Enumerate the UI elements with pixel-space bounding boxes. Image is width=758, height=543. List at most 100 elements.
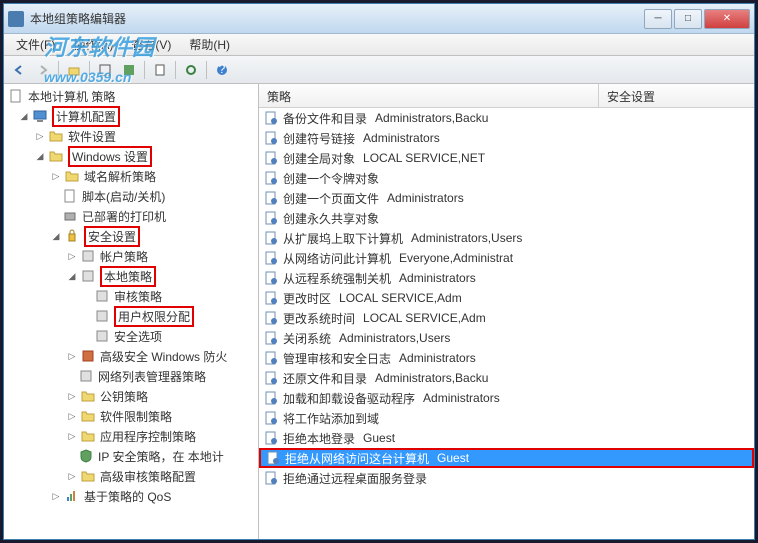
security-setting: Administrators,Backu: [367, 111, 754, 125]
list-row[interactable]: 更改时区 LOCAL SERVICE,Adm: [259, 288, 754, 308]
list-row[interactable]: 关闭系统 Administrators,Users: [259, 328, 754, 348]
policy-item-icon: [263, 170, 279, 186]
tree-label: IP 安全策略，在 本地计: [98, 448, 224, 465]
toolbar: ?: [4, 56, 754, 84]
list-row[interactable]: 更改系统时间 LOCAL SERVICE,Adm: [259, 308, 754, 328]
expand-icon[interactable]: ▷: [66, 250, 78, 262]
tree-panel[interactable]: 本地计算机 策略 ◢ 计算机配置 ▷ 软件设置 ◢ Windows 设置 ▷ 域…: [4, 84, 259, 539]
filter-button[interactable]: [118, 59, 140, 81]
security-setting: LOCAL SERVICE,Adm: [331, 291, 754, 305]
collapse-icon[interactable]: ◢: [34, 150, 46, 162]
tree-advanced-audit[interactable]: ▷ 高级审核策略配置: [4, 466, 258, 486]
policy-name: 创建永久共享对象: [283, 210, 379, 227]
policy-name: 还原文件和目录: [283, 370, 367, 387]
column-security[interactable]: 安全设置: [599, 84, 754, 107]
tree-scripts[interactable]: 脚本(启动/关机): [4, 186, 258, 206]
menu-view[interactable]: 查看(V): [123, 34, 179, 55]
expand-icon[interactable]: ▷: [34, 130, 46, 142]
list-row[interactable]: 拒绝从网络访问这台计算机 Guest: [259, 448, 754, 468]
expand-icon[interactable]: ▷: [66, 430, 78, 442]
list-row[interactable]: 加载和卸载设备驱动程序 Administrators: [259, 388, 754, 408]
minimize-button[interactable]: ─: [644, 9, 672, 29]
expand-icon[interactable]: ▷: [50, 170, 62, 182]
policy-item-icon: [263, 410, 279, 426]
security-setting: Administrators,Users: [403, 231, 754, 245]
list-row[interactable]: 还原文件和目录 Administrators,Backu: [259, 368, 754, 388]
list-row[interactable]: 管理审核和安全日志 Administrators: [259, 348, 754, 368]
menu-help[interactable]: 帮助(H): [181, 34, 238, 55]
export-button[interactable]: [149, 59, 171, 81]
tree-public-key[interactable]: ▷ 公钥策略: [4, 386, 258, 406]
maximize-button[interactable]: □: [674, 9, 702, 29]
close-button[interactable]: ✕: [704, 9, 750, 29]
collapse-icon[interactable]: ◢: [50, 230, 62, 242]
help-button[interactable]: ?: [211, 59, 233, 81]
tree-windows-settings[interactable]: ◢ Windows 设置: [4, 146, 258, 166]
refresh-button[interactable]: [180, 59, 202, 81]
policy-icon: [94, 308, 110, 324]
policy-name: 拒绝通过远程桌面服务登录: [283, 470, 427, 487]
printer-icon: [62, 208, 78, 224]
gpedit-window: 河东软件园www.0359.cn 本地组策略编辑器 ─ □ ✕ 文件(F) 操作…: [3, 3, 755, 540]
tree-dns-policy[interactable]: ▷ 域名解析策略: [4, 166, 258, 186]
tree-network-list[interactable]: 网络列表管理器策略: [4, 366, 258, 386]
collapse-icon[interactable]: ◢: [66, 270, 78, 282]
security-setting: Administrators: [391, 271, 754, 285]
collapse-icon[interactable]: ◢: [18, 110, 30, 122]
tree-account-policy[interactable]: ▷ 帐户策略: [4, 246, 258, 266]
list-row[interactable]: 创建全局对象 LOCAL SERVICE,NET: [259, 148, 754, 168]
menu-action[interactable]: 操作(A): [65, 34, 121, 55]
toolbar-separator: [144, 61, 145, 79]
up-button[interactable]: [63, 59, 85, 81]
policy-item-icon: [265, 450, 281, 466]
list-row[interactable]: 备份文件和目录 Administrators,Backu: [259, 108, 754, 128]
toolbar-separator: [206, 61, 207, 79]
tree-ip-security[interactable]: IP 安全策略，在 本地计: [4, 446, 258, 466]
list-row[interactable]: 创建一个页面文件 Administrators: [259, 188, 754, 208]
policy-icon: [80, 248, 96, 264]
tree-label: 高级安全 Windows 防火: [100, 348, 227, 365]
forward-button[interactable]: [32, 59, 54, 81]
tree-computer-config[interactable]: ◢ 计算机配置: [4, 106, 258, 126]
list-row[interactable]: 从远程系统强制关机 Administrators: [259, 268, 754, 288]
policy-name: 从网络访问此计算机: [283, 250, 391, 267]
computer-icon: [32, 108, 48, 124]
folder-icon: [64, 168, 80, 184]
tree-user-rights[interactable]: 用户权限分配: [4, 306, 258, 326]
list-body[interactable]: 备份文件和目录 Administrators,Backu 创建符号链接 Admi…: [259, 108, 754, 539]
expand-icon[interactable]: ▷: [66, 350, 78, 362]
tree-software-settings[interactable]: ▷ 软件设置: [4, 126, 258, 146]
tree-policy-qos[interactable]: ▷ 基于策略的 QoS: [4, 486, 258, 506]
list-row[interactable]: 从扩展坞上取下计算机 Administrators,Users: [259, 228, 754, 248]
column-policy[interactable]: 策略: [259, 84, 599, 107]
tree-advanced-security[interactable]: ▷ 高级安全 Windows 防火: [4, 346, 258, 366]
menu-file[interactable]: 文件(F): [8, 34, 63, 55]
tree-label: Windows 设置: [68, 146, 152, 167]
expand-icon[interactable]: ▷: [66, 470, 78, 482]
list-row[interactable]: 创建符号链接 Administrators: [259, 128, 754, 148]
back-button[interactable]: [8, 59, 30, 81]
tree-security-settings[interactable]: ◢ 安全设置: [4, 226, 258, 246]
security-setting: LOCAL SERVICE,NET: [355, 151, 754, 165]
list-row[interactable]: 将工作站添加到域: [259, 408, 754, 428]
tree-security-options[interactable]: 安全选项: [4, 326, 258, 346]
tree-deployed-printers[interactable]: 已部署的打印机: [4, 206, 258, 226]
tree-software-restriction[interactable]: ▷ 软件限制策略: [4, 406, 258, 426]
expand-icon[interactable]: ▷: [50, 490, 62, 502]
list-row[interactable]: 拒绝本地登录 Guest: [259, 428, 754, 448]
list-row[interactable]: 创建永久共享对象: [259, 208, 754, 228]
expand-icon[interactable]: ▷: [66, 410, 78, 422]
tree-app-control[interactable]: ▷ 应用程序控制策略: [4, 426, 258, 446]
tree-root[interactable]: 本地计算机 策略: [4, 86, 258, 106]
list-row[interactable]: 创建一个令牌对象: [259, 168, 754, 188]
action-button[interactable]: [94, 59, 116, 81]
script-icon: [62, 188, 78, 204]
list-row[interactable]: 从网络访问此计算机 Everyone,Administrat: [259, 248, 754, 268]
menubar: 文件(F) 操作(A) 查看(V) 帮助(H): [4, 34, 754, 56]
tree-label: 高级审核策略配置: [100, 468, 196, 485]
policy-item-icon: [263, 210, 279, 226]
expand-icon[interactable]: ▷: [66, 390, 78, 402]
tree-local-policy[interactable]: ◢ 本地策略: [4, 266, 258, 286]
list-row[interactable]: 拒绝通过远程桌面服务登录: [259, 468, 754, 488]
tree-audit-policy[interactable]: 审核策略: [4, 286, 258, 306]
